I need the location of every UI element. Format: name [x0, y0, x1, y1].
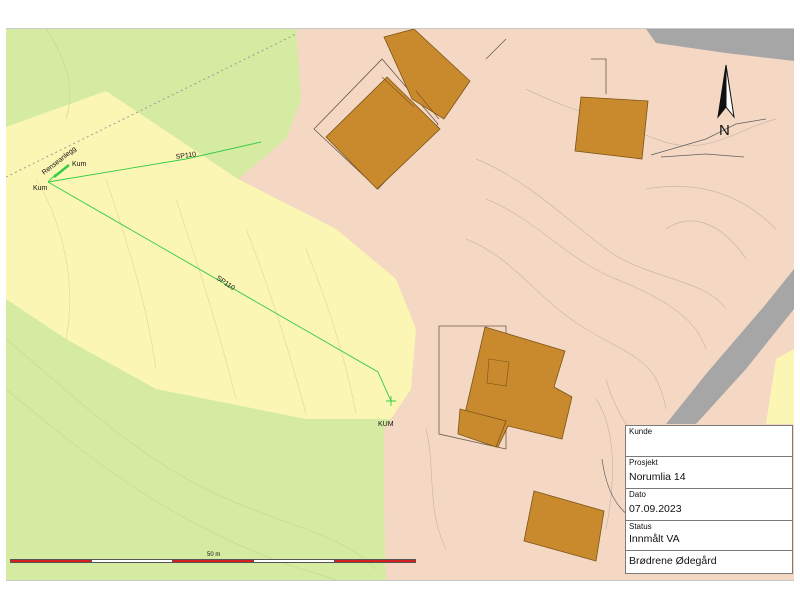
- status-row: Status Innmålt VA: [626, 521, 792, 551]
- company-name: Brødrene Ødegård: [629, 555, 717, 567]
- scale-segment-4: [253, 559, 335, 563]
- page: Kum Kum KUM SP110 SP110 Renseanlegg N 50…: [0, 0, 800, 600]
- company-row: Brødrene Ødegård: [626, 551, 792, 573]
- building-3: [574, 96, 649, 160]
- north-label: N: [719, 122, 730, 139]
- dato-row: Dato 07.09.2023: [626, 489, 792, 521]
- kunde-row: Kunde: [626, 426, 792, 457]
- prosjekt-value: Norumlia 14: [629, 471, 686, 483]
- status-value: Innmålt VA: [629, 533, 680, 545]
- title-block: Kunde Prosjekt Norumlia 14 Dato 07.09.20…: [625, 425, 793, 574]
- kum-label-bottom: KUM: [378, 421, 394, 428]
- status-label: Status: [629, 522, 652, 531]
- kum-label-top: Kum: [72, 161, 87, 168]
- scale-bar: 50 m: [10, 552, 416, 566]
- dato-value: 07.09.2023: [629, 503, 682, 515]
- kum-label-left: Kum: [33, 185, 48, 192]
- scale-segment-2: [91, 559, 173, 563]
- scale-segment-5: [334, 559, 416, 563]
- prosjekt-label: Prosjekt: [629, 458, 658, 467]
- scale-segment-1: [10, 559, 92, 563]
- prosjekt-row: Prosjekt Norumlia 14: [626, 457, 792, 489]
- scale-label: 50 m: [207, 552, 221, 558]
- kunde-label: Kunde: [629, 427, 653, 436]
- dato-label: Dato: [629, 490, 646, 499]
- scale-segment-3: [172, 559, 254, 563]
